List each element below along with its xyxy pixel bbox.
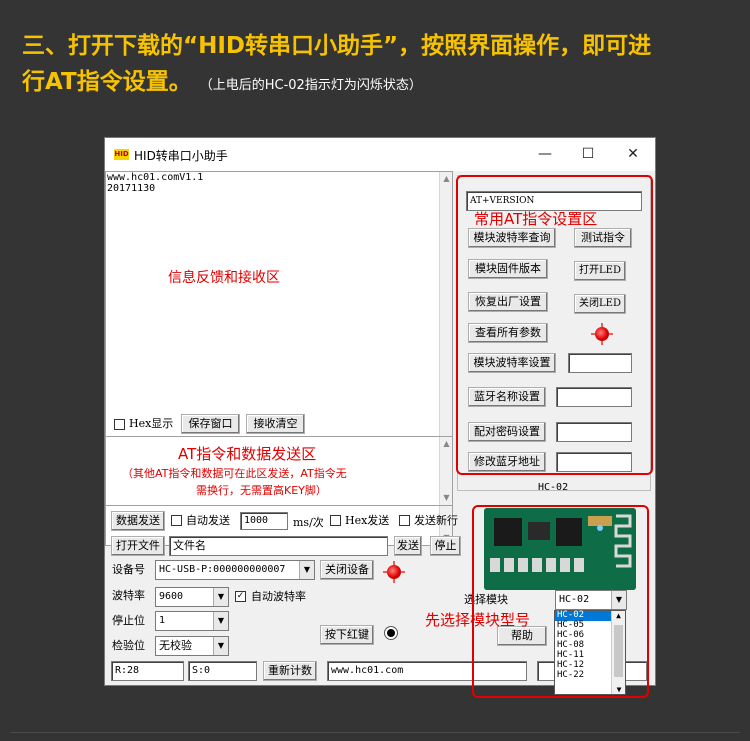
send-scrollbar[interactable]: ▲ ▼ xyxy=(439,437,452,505)
hex-send-label: Hex发送 xyxy=(345,514,390,527)
send-annotation-note-2: 需换行，无需置高KEY脚） xyxy=(196,484,327,497)
module-name-label: HC-02 xyxy=(538,482,569,493)
maximize-button[interactable]: ☐ xyxy=(568,142,608,166)
device-value: HC-USB-P:000000000007 xyxy=(159,564,286,575)
baud-select[interactable]: 9600 ▼ xyxy=(155,587,229,607)
baud-label: 波特率 xyxy=(112,589,145,602)
interval-unit: ms/次 xyxy=(293,516,324,529)
heading-line-2-text: 行AT指令设置。 xyxy=(22,69,192,95)
send-newline-checkbox[interactable] xyxy=(399,515,410,526)
parity-label: 检验位 xyxy=(112,639,145,652)
divider xyxy=(10,732,740,733)
receive-line: www.hc01.comV1.1 xyxy=(107,172,204,183)
send-newline-label: 发送新行 xyxy=(414,514,458,527)
send-annotation-title: AT指令和数据发送区 xyxy=(178,445,317,463)
send-data-button[interactable]: 数据发送 xyxy=(111,511,165,531)
send-button[interactable]: 发送 xyxy=(394,536,422,556)
auto-baud-checkbox[interactable]: ✓ xyxy=(235,591,246,602)
clear-receive-button[interactable]: 接收清空 xyxy=(246,414,305,434)
title-bar: HID HID转串口小助手 — ☐ ✕ xyxy=(105,138,655,171)
auto-baud-label: 自动波特率 xyxy=(251,590,306,603)
heading-line-1: 三、打开下载的“HID转串口小助手”，按照界面操作，即可进 xyxy=(22,33,652,59)
module-select-highlight xyxy=(472,505,649,698)
device-label: 设备号 xyxy=(112,563,145,576)
close-device-button[interactable]: 关闭设备 xyxy=(320,560,374,580)
app-icon: HID xyxy=(114,149,129,160)
close-button[interactable]: ✕ xyxy=(613,142,653,166)
send-area[interactable]: ▲ ▼ AT指令和数据发送区 （其他AT指令和数据可在此区发送，AT指令无 需换… xyxy=(105,436,453,506)
auto-send-label: 自动发送 xyxy=(186,514,230,527)
scroll-down-icon[interactable]: ▼ xyxy=(440,491,453,505)
baud-value: 9600 xyxy=(159,591,184,602)
hex-display-checkbox[interactable] xyxy=(114,419,125,430)
interval-input[interactable]: 1000 xyxy=(240,512,288,530)
module-annotation: 先选择模块型号 xyxy=(425,611,531,629)
parity-select[interactable]: 无校验 ▼ xyxy=(155,636,229,656)
send-annotation-note-1: （其他AT指令和数据可在此区发送，AT指令无 xyxy=(122,467,347,480)
heading-line-2: 行AT指令设置。 （上电后的HC-02指示灯为闪烁状态） xyxy=(22,64,732,104)
receive-annotation: 信息反馈和接收区 xyxy=(168,270,280,286)
parity-value: 无校验 xyxy=(159,639,192,652)
tutorial-heading: 三、打开下载的“HID转串口小助手”，按照界面操作，即可进 行AT指令设置。 （… xyxy=(22,28,732,104)
stop-button[interactable]: 停止 xyxy=(430,536,461,556)
file-name-input[interactable]: 文件名 xyxy=(169,536,388,556)
key-indicator-icon xyxy=(385,627,397,639)
auto-send-checkbox[interactable] xyxy=(171,515,182,526)
receive-count: R:28 xyxy=(111,661,184,681)
stopbit-label: 停止位 xyxy=(112,614,145,627)
chevron-down-icon: ▼ xyxy=(213,588,228,606)
save-window-button[interactable]: 保存窗口 xyxy=(181,414,240,434)
open-file-button[interactable]: 打开文件 xyxy=(111,536,165,556)
scroll-up-icon[interactable]: ▲ xyxy=(440,172,453,186)
receive-line: 20171130 xyxy=(107,183,156,194)
minimize-button[interactable]: — xyxy=(525,142,565,166)
chevron-down-icon: ▼ xyxy=(213,637,228,655)
window-title: HID转串口小助手 xyxy=(134,149,228,163)
chevron-down-icon: ▼ xyxy=(299,561,314,579)
stopbit-value: 1 xyxy=(159,615,166,626)
device-status-led-icon xyxy=(387,565,401,579)
hex-display-label: Hex显示 xyxy=(129,417,174,430)
at-panel-highlight xyxy=(456,175,653,475)
heading-note: （上电后的HC-02指示灯为闪烁状态） xyxy=(199,78,422,93)
hex-send-checkbox[interactable] xyxy=(330,515,341,526)
send-count: S:0 xyxy=(188,661,257,681)
press-red-key-button[interactable]: 按下红键 xyxy=(320,625,374,645)
recount-button[interactable]: 重新计数 xyxy=(263,661,317,681)
stopbit-select[interactable]: 1 ▼ xyxy=(155,611,229,631)
device-select[interactable]: HC-USB-P:000000000007 ▼ xyxy=(155,560,315,580)
chevron-down-icon: ▼ xyxy=(213,612,228,630)
scroll-up-icon[interactable]: ▲ xyxy=(440,437,453,451)
